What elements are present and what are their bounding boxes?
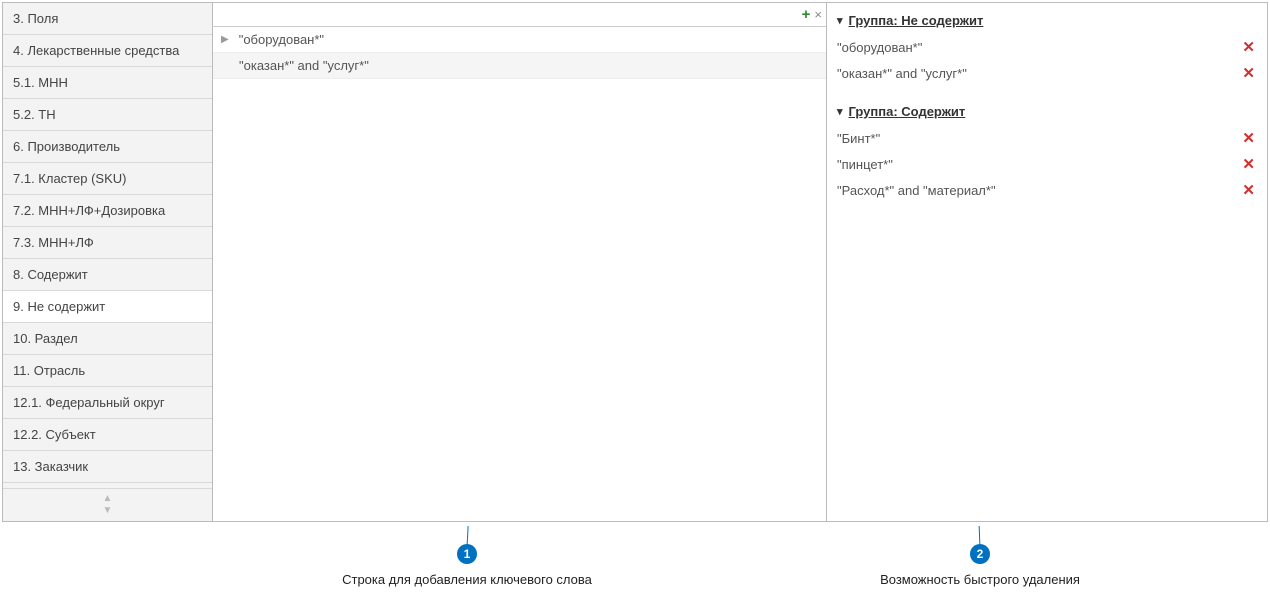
delete-icon[interactable]: ✕ <box>1242 155 1255 173</box>
keyword-text: "оборудован*" <box>239 32 324 47</box>
group-header[interactable]: ▾ Группа: Не содержит <box>837 13 1257 28</box>
group-header[interactable]: ▾ Группа: Содержит <box>837 104 1257 119</box>
group-item-text: "оказан*" and "услуг*" <box>837 66 967 81</box>
group-item: "оборудован*" ✕ <box>837 34 1257 60</box>
group-contains: ▾ Группа: Содержит "Бинт*" ✕ "пинцет*" ✕… <box>837 104 1257 203</box>
app-container: 3. Поля 4. Лекарственные средства 5.1. М… <box>2 2 1268 522</box>
keyword-row[interactable]: ▶ "оборудован*" <box>213 27 826 53</box>
annotation-number: 2 <box>977 547 984 561</box>
sidebar-item-drugs[interactable]: 4. Лекарственные средства <box>3 35 212 67</box>
annotation-badge-1: 1 <box>457 544 477 564</box>
sidebar-scroll: ▲ ▼ <box>3 488 212 521</box>
sidebar-item-mnn[interactable]: 5.1. МНН <box>3 67 212 99</box>
sidebar-item-label: 10. Раздел <box>13 331 78 346</box>
sidebar-item-label: 5.1. МНН <box>13 75 68 90</box>
chevron-down-icon[interactable]: ▾ <box>837 105 843 118</box>
sidebar-item-customer[interactable]: 13. Заказчик <box>3 451 212 483</box>
group-item: "оказан*" and "услуг*" ✕ <box>837 60 1257 86</box>
sidebar-item-contains[interactable]: 8. Содержит <box>3 259 212 291</box>
scroll-down-icon[interactable]: ▼ <box>103 505 113 517</box>
center-panel: + × ▶ "оборудован*" "оказан*" and "услуг… <box>213 3 827 521</box>
sidebar-item-label: 4. Лекарственные средства <box>13 43 179 58</box>
delete-icon[interactable]: ✕ <box>1242 64 1255 82</box>
group-item: "Бинт*" ✕ <box>837 125 1257 151</box>
sidebar-item-mnn-lf-dose[interactable]: 7.2. МНН+ЛФ+Дозировка <box>3 195 212 227</box>
right-panel: ▾ Группа: Не содержит "оборудован*" ✕ "о… <box>827 3 1267 521</box>
group-not-contains: ▾ Группа: Не содержит "оборудован*" ✕ "о… <box>837 13 1257 86</box>
group-item: "пинцет*" ✕ <box>837 151 1257 177</box>
sidebar-item-label: 9. Не содержит <box>13 299 105 314</box>
sidebar: 3. Поля 4. Лекарственные средства 5.1. М… <box>3 3 213 521</box>
sidebar-list: 3. Поля 4. Лекарственные средства 5.1. М… <box>3 3 212 488</box>
sidebar-item-label: 7.3. МНН+ЛФ <box>13 235 94 250</box>
scroll-up-icon[interactable]: ▲ <box>103 493 113 505</box>
sidebar-item-label: 12.1. Федеральный округ <box>13 395 165 410</box>
annotations: 1 Строка для добавления ключевого слова … <box>0 526 1270 586</box>
sidebar-item-label: 11. Отрасль <box>13 363 85 378</box>
center-toolbar: + × <box>213 3 826 27</box>
sidebar-item-label: 8. Содержит <box>13 267 88 282</box>
sidebar-item-mnn-lf[interactable]: 7.3. МНН+ЛФ <box>3 227 212 259</box>
sidebar-item-label: 5.2. ТН <box>13 107 56 122</box>
group-item-text: "пинцет*" <box>837 157 893 172</box>
sidebar-item-industry[interactable]: 11. Отрасль <box>3 355 212 387</box>
chevron-down-icon[interactable]: ▾ <box>837 14 843 27</box>
keyword-row[interactable]: "оказан*" and "услуг*" <box>213 53 826 79</box>
add-keyword-icon[interactable]: + <box>802 6 811 23</box>
sidebar-item-not-contains[interactable]: 9. Не содержит <box>3 291 212 323</box>
clear-keyword-icon[interactable]: × <box>814 7 822 22</box>
annotation-label-1: Строка для добавления ключевого слова <box>317 572 617 587</box>
group-item-text: "Расход*" and "материал*" <box>837 183 996 198</box>
sidebar-item-fields[interactable]: 3. Поля <box>3 3 212 35</box>
sidebar-item-manufacturer[interactable]: 6. Производитель <box>3 131 212 163</box>
sidebar-item-label: 6. Производитель <box>13 139 120 154</box>
keyword-text: "оказан*" and "услуг*" <box>239 58 369 73</box>
delete-icon[interactable]: ✕ <box>1242 129 1255 147</box>
sidebar-item-label: 7.2. МНН+ЛФ+Дозировка <box>13 203 165 218</box>
sidebar-item-cluster[interactable]: 7.1. Кластер (SKU) <box>3 163 212 195</box>
delete-icon[interactable]: ✕ <box>1242 181 1255 199</box>
group-item-text: "оборудован*" <box>837 40 922 55</box>
sidebar-item-federal-district[interactable]: 12.1. Федеральный округ <box>3 387 212 419</box>
sidebar-item-label: 13. Заказчик <box>13 459 88 474</box>
sidebar-item-label: 3. Поля <box>13 11 58 26</box>
sidebar-item-tn[interactable]: 5.2. ТН <box>3 99 212 131</box>
group-title: Группа: Не содержит <box>849 13 984 28</box>
keyword-list: ▶ "оборудован*" "оказан*" and "услуг*" <box>213 27 826 521</box>
sidebar-item-subject[interactable]: 12.2. Субъект <box>3 419 212 451</box>
expand-icon[interactable]: ▶ <box>221 34 229 45</box>
annotation-badge-2: 2 <box>970 544 990 564</box>
group-item: "Расход*" and "материал*" ✕ <box>837 177 1257 203</box>
group-title: Группа: Содержит <box>849 104 966 119</box>
sidebar-item-label: 7.1. Кластер (SKU) <box>13 171 126 186</box>
annotation-number: 1 <box>464 547 471 561</box>
sidebar-item-label: 12.2. Субъект <box>13 427 96 442</box>
annotation-label-2: Возможность быстрого удаления <box>830 572 1130 587</box>
group-item-text: "Бинт*" <box>837 131 880 146</box>
sidebar-item-section[interactable]: 10. Раздел <box>3 323 212 355</box>
delete-icon[interactable]: ✕ <box>1242 38 1255 56</box>
